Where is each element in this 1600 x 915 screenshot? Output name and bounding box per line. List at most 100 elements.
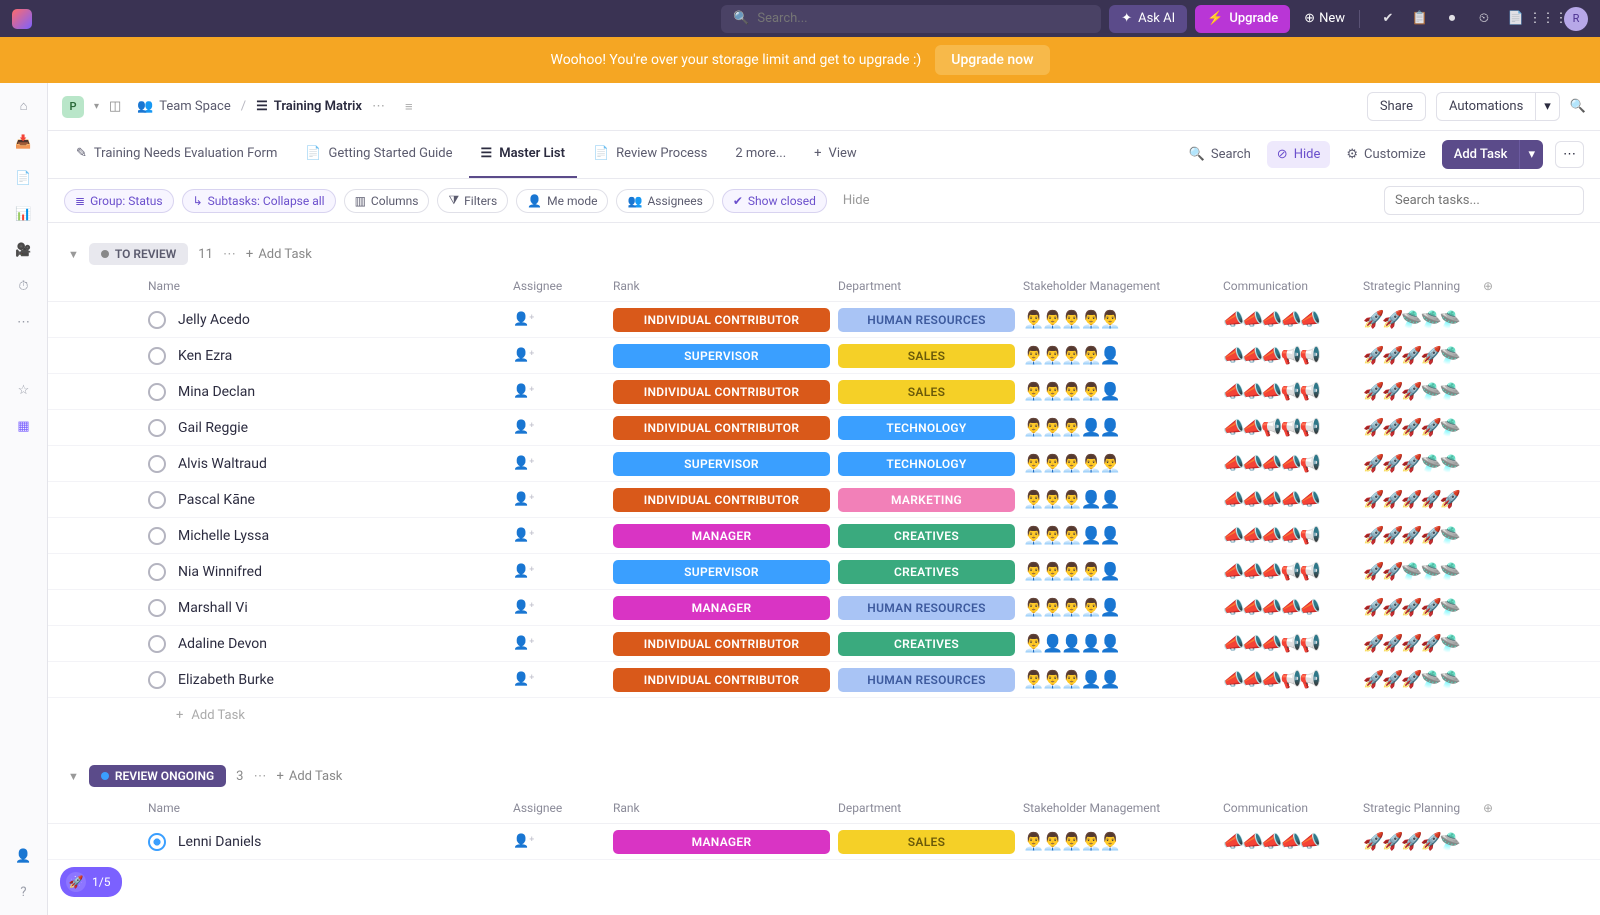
- tab-master-list[interactable]: ☰Master List: [469, 131, 577, 178]
- assignee-placeholder[interactable]: 👤⁺: [513, 384, 613, 399]
- task-status-icon[interactable]: [148, 563, 166, 581]
- add-task-button[interactable]: Add Task: [1442, 140, 1520, 169]
- col-strategic[interactable]: Strategic Planning: [1363, 279, 1483, 293]
- department-tag[interactable]: MARKETING: [838, 488, 1015, 512]
- me-mode-chip[interactable]: 👤Me mode: [516, 189, 608, 213]
- communication-rating[interactable]: 📣📣📣📣📣: [1223, 310, 1363, 330]
- onboarding-pill[interactable]: 🚀 1/5: [60, 867, 122, 897]
- task-name[interactable]: Adaline Devon: [178, 636, 513, 652]
- strategic-rating[interactable]: 🚀🚀🚀🛸🛸: [1363, 670, 1503, 690]
- tab-getting-started[interactable]: 📄Getting Started Guide: [293, 131, 464, 178]
- task-status-icon[interactable]: [148, 455, 166, 473]
- timesheets-icon[interactable]: ⏱: [15, 277, 33, 295]
- strategic-rating[interactable]: 🚀🚀🚀🛸🛸: [1363, 454, 1503, 474]
- stakeholder-rating[interactable]: 👨‍💼👤👤👤👤: [1023, 634, 1223, 654]
- assignee-placeholder[interactable]: 👤⁺: [513, 420, 613, 435]
- stakeholder-rating[interactable]: 👨‍💼👨‍💼👨‍💼👨‍💼👨‍💼: [1023, 310, 1223, 330]
- department-tag[interactable]: HUMAN RESOURCES: [838, 308, 1015, 332]
- group-more-icon[interactable]: ⋯: [223, 247, 236, 262]
- communication-rating[interactable]: 📣📣📢📢📢: [1223, 418, 1363, 438]
- tab-add-view[interactable]: +View: [802, 131, 869, 178]
- stakeholder-rating[interactable]: 👨‍💼👨‍💼👨‍💼👨‍💼👤: [1023, 598, 1223, 618]
- new-button[interactable]: ⊕ New: [1304, 11, 1345, 26]
- assignee-placeholder[interactable]: 👤⁺: [513, 492, 613, 507]
- spaces-icon[interactable]: ▦: [15, 417, 33, 435]
- stakeholder-rating[interactable]: 👨‍💼👨‍💼👨‍💼👤👤: [1023, 490, 1223, 510]
- task-name[interactable]: Marshall Vi: [178, 600, 513, 616]
- ask-ai-button[interactable]: ✦ Ask AI: [1109, 5, 1187, 33]
- strategic-rating[interactable]: 🚀🚀🚀🛸🛸: [1363, 382, 1503, 402]
- clips-icon[interactable]: 🎥: [15, 241, 33, 259]
- col-stakeholder[interactable]: Stakeholder Management: [1023, 801, 1223, 815]
- stakeholder-rating[interactable]: 👨‍💼👨‍💼👨‍💼👨‍💼👨‍💼: [1023, 832, 1223, 852]
- workspace-chip[interactable]: P: [62, 96, 84, 118]
- stakeholder-rating[interactable]: 👨‍💼👨‍💼👨‍💼👤👤: [1023, 418, 1223, 438]
- show-closed-chip[interactable]: ✔Show closed: [722, 189, 827, 213]
- assignee-placeholder[interactable]: 👤⁺: [513, 636, 613, 651]
- department-tag[interactable]: TECHNOLOGY: [838, 416, 1015, 440]
- department-tag[interactable]: CREATIVES: [838, 560, 1015, 584]
- video-icon[interactable]: ⏺: [1444, 11, 1460, 27]
- strategic-rating[interactable]: 🚀🚀🚀🚀🛸: [1363, 346, 1503, 366]
- group-chip[interactable]: ≣Group: Status: [64, 189, 174, 213]
- subtasks-chip[interactable]: ↳Subtasks: Collapse all: [182, 189, 336, 213]
- communication-rating[interactable]: 📣📣📣📢📢: [1223, 382, 1363, 402]
- help-icon[interactable]: ?: [15, 883, 33, 901]
- task-name[interactable]: Michelle Lyssa: [178, 528, 513, 544]
- col-assignee[interactable]: Assignee: [513, 279, 613, 293]
- task-name[interactable]: Ken Ezra: [178, 348, 513, 364]
- col-name[interactable]: Name: [148, 279, 513, 293]
- assignees-chip[interactable]: 👥Assignees: [616, 189, 713, 213]
- breadcrumb-page[interactable]: ☰ Training Matrix: [256, 99, 362, 114]
- collapse-icon[interactable]: ▼: [68, 770, 79, 783]
- table-row[interactable]: Jelly Acedo 👤⁺ INDIVIDUAL CONTRIBUTOR HU…: [48, 302, 1600, 338]
- task-status-icon[interactable]: [148, 347, 166, 365]
- table-row[interactable]: Adaline Devon 👤⁺ INDIVIDUAL CONTRIBUTOR …: [48, 626, 1600, 662]
- add-task-row[interactable]: +Add Task: [48, 698, 1600, 733]
- view-more-button[interactable]: ⋯: [1555, 141, 1584, 168]
- upgrade-button[interactable]: ⚡ Upgrade: [1195, 5, 1290, 33]
- rank-tag[interactable]: MANAGER: [613, 830, 830, 854]
- task-name[interactable]: Elizabeth Burke: [178, 672, 513, 688]
- col-rank[interactable]: Rank: [613, 279, 838, 293]
- rank-tag[interactable]: INDIVIDUAL CONTRIBUTOR: [613, 416, 830, 440]
- table-row[interactable]: Pascal Kāne 👤⁺ INDIVIDUAL CONTRIBUTOR MA…: [48, 482, 1600, 518]
- strategic-rating[interactable]: 🚀🚀🚀🚀🚀: [1363, 490, 1503, 510]
- strategic-rating[interactable]: 🚀🚀🚀🚀🛸: [1363, 526, 1503, 546]
- table-row[interactable]: Elizabeth Burke 👤⁺ INDIVIDUAL CONTRIBUTO…: [48, 662, 1600, 698]
- notepad-icon[interactable]: 📄: [1508, 11, 1524, 27]
- task-status-icon[interactable]: [148, 491, 166, 509]
- inbox-icon[interactable]: 📥: [15, 133, 33, 151]
- communication-rating[interactable]: 📣📣📣📣📣: [1223, 490, 1363, 510]
- stakeholder-rating[interactable]: 👨‍💼👨‍💼👨‍💼👨‍💼👤: [1023, 382, 1223, 402]
- task-status-icon[interactable]: [148, 383, 166, 401]
- department-tag[interactable]: SALES: [838, 830, 1015, 854]
- col-rank[interactable]: Rank: [613, 801, 838, 815]
- stakeholder-rating[interactable]: 👨‍💼👨‍💼👨‍💼👨‍💼👤: [1023, 346, 1223, 366]
- communication-rating[interactable]: 📣📣📣📢📢: [1223, 670, 1363, 690]
- col-communication[interactable]: Communication: [1223, 801, 1363, 815]
- rank-tag[interactable]: INDIVIDUAL CONTRIBUTOR: [613, 668, 830, 692]
- rank-tag[interactable]: SUPERVISOR: [613, 452, 830, 476]
- docs-icon[interactable]: 📄: [15, 169, 33, 187]
- rank-tag[interactable]: INDIVIDUAL CONTRIBUTOR: [613, 632, 830, 656]
- communication-rating[interactable]: 📣📣📣📢📢: [1223, 634, 1363, 654]
- stakeholder-rating[interactable]: 👨‍💼👨‍💼👨‍💼👨‍💼👤: [1023, 562, 1223, 582]
- table-row[interactable]: Nia Winnifred 👤⁺ SUPERVISOR CREATIVES 👨‍…: [48, 554, 1600, 590]
- task-status-icon[interactable]: [148, 833, 166, 851]
- strategic-rating[interactable]: 🚀🚀🚀🚀🛸: [1363, 598, 1503, 618]
- task-name[interactable]: Nia Winnifred: [178, 564, 513, 580]
- add-column-icon[interactable]: ⊕: [1483, 801, 1493, 815]
- share-button[interactable]: Share: [1367, 92, 1426, 121]
- communication-rating[interactable]: 📣📣📣📣📣: [1223, 598, 1363, 618]
- col-communication[interactable]: Communication: [1223, 279, 1363, 293]
- task-name[interactable]: Pascal Kāne: [178, 492, 513, 508]
- clipboard-icon[interactable]: 📋: [1412, 11, 1428, 27]
- stakeholder-rating[interactable]: 👨‍💼👨‍💼👨‍💼👤👤: [1023, 526, 1223, 546]
- strategic-rating[interactable]: 🚀🚀🚀🚀🛸: [1363, 634, 1503, 654]
- collapse-icon[interactable]: ▼: [68, 248, 79, 261]
- department-tag[interactable]: HUMAN RESOURCES: [838, 668, 1015, 692]
- hide-filters[interactable]: Hide: [843, 193, 870, 208]
- department-tag[interactable]: TECHNOLOGY: [838, 452, 1015, 476]
- col-department[interactable]: Department: [838, 279, 1023, 293]
